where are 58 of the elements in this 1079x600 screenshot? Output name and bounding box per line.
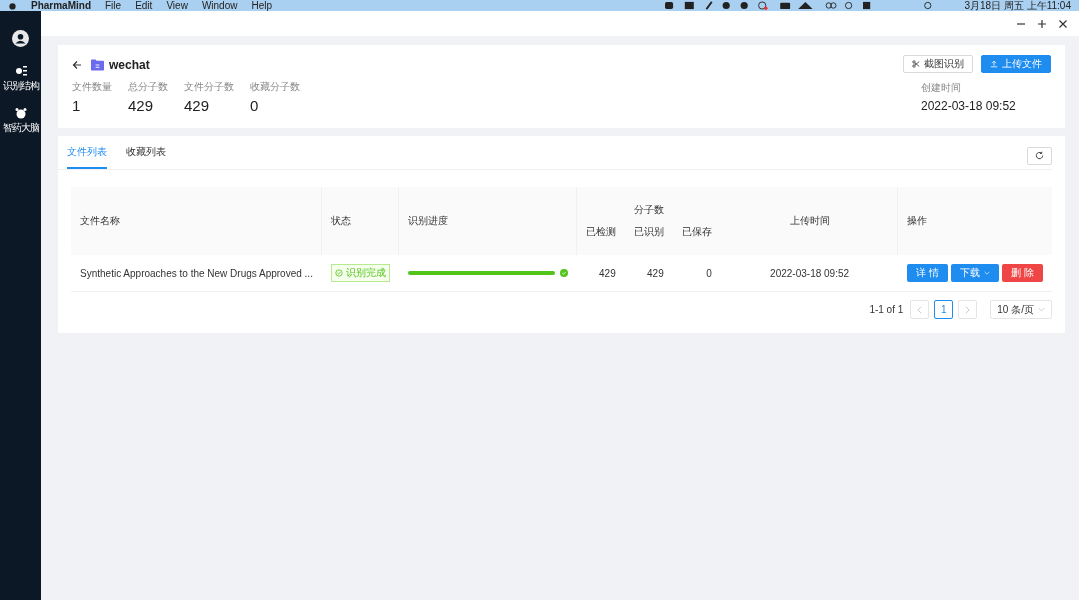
stat-label: 收藏分子数 — [250, 80, 300, 94]
sidebar-item[interactable]: 智药大脑 — [2, 107, 39, 135]
menu-item[interactable]: Window — [201, 0, 238, 11]
menu-item[interactable]: Help — [251, 0, 273, 11]
check-circle-icon — [334, 269, 343, 277]
column-header: 操作 — [898, 187, 1052, 255]
back-arrow-icon[interactable] — [72, 60, 82, 70]
table-cell: 0 — [706, 267, 712, 279]
page-summary: 1-1 of 1 — [869, 304, 904, 315]
table-cell: 429 — [599, 267, 616, 279]
sidebar-item[interactable]: 识别结构 — [2, 65, 39, 93]
caret-icon — [984, 271, 991, 275]
stat-label: 文件数量 — [72, 80, 112, 94]
column-header: 分子数 — [576, 187, 721, 219]
table-cell: 429 — [647, 267, 664, 279]
tab[interactable]: 收藏列表 — [126, 145, 166, 169]
upload-time: 2022-03-18 09:52 — [770, 267, 850, 279]
stat-label: 文件分子数 — [184, 80, 234, 94]
delete-button[interactable]: 删 除 — [1002, 264, 1043, 282]
created-time: 2022-03-18 09:52 — [921, 99, 1016, 113]
column-header: 识别进度 — [398, 187, 577, 255]
column-header: 已保存 — [672, 219, 721, 255]
stat-label: 总分子数 — [128, 80, 168, 94]
tab[interactable]: 文件列表 — [67, 145, 107, 169]
check-icon — [559, 269, 568, 277]
column-header: 状态 — [321, 187, 399, 255]
menu-item[interactable]: View — [166, 0, 188, 11]
created-label: 创建时间 — [921, 81, 962, 95]
caret-icon — [1038, 307, 1045, 312]
folder-icon — [91, 59, 104, 71]
stat-value: 1 — [72, 97, 82, 114]
page-size-select[interactable]: 10 条/页 — [990, 300, 1052, 319]
menu-item[interactable]: File — [105, 0, 122, 11]
molecule-icon — [14, 65, 27, 77]
maximize-icon[interactable] — [1037, 18, 1047, 29]
stat-value: 0 — [250, 97, 260, 114]
stat-value: 429 — [128, 97, 155, 114]
page-button[interactable]: 1 — [934, 300, 954, 319]
chevron-right-icon — [965, 305, 971, 314]
menu-item[interactable]: Edit — [135, 0, 153, 11]
close-icon[interactable] — [1058, 18, 1068, 29]
status-tag: 识别完成 — [330, 264, 390, 282]
stat-value: 429 — [184, 97, 211, 114]
column-header: 已检测 — [576, 219, 625, 255]
refresh-icon — [1035, 151, 1044, 160]
refresh-button[interactable] — [1027, 146, 1052, 165]
chevron-left-icon — [917, 305, 923, 314]
file-name: Synthetic Approaches to the New Drugs Approved ... — [80, 267, 313, 279]
screenshot-button[interactable]: 截图识别 — [903, 55, 973, 73]
column-header: 上传时间 — [720, 187, 899, 255]
column-header: 已识别 — [624, 219, 673, 255]
avatar-icon[interactable] — [12, 30, 29, 47]
upload-icon — [990, 60, 998, 68]
app-menu[interactable]: PharmaMind — [31, 0, 91, 11]
folder-title: wechat — [109, 58, 150, 72]
clock: 3月18日 周五 上午11:04 — [964, 0, 1071, 11]
scissors-icon — [912, 60, 920, 68]
column-header: 文件名称 — [71, 187, 322, 255]
